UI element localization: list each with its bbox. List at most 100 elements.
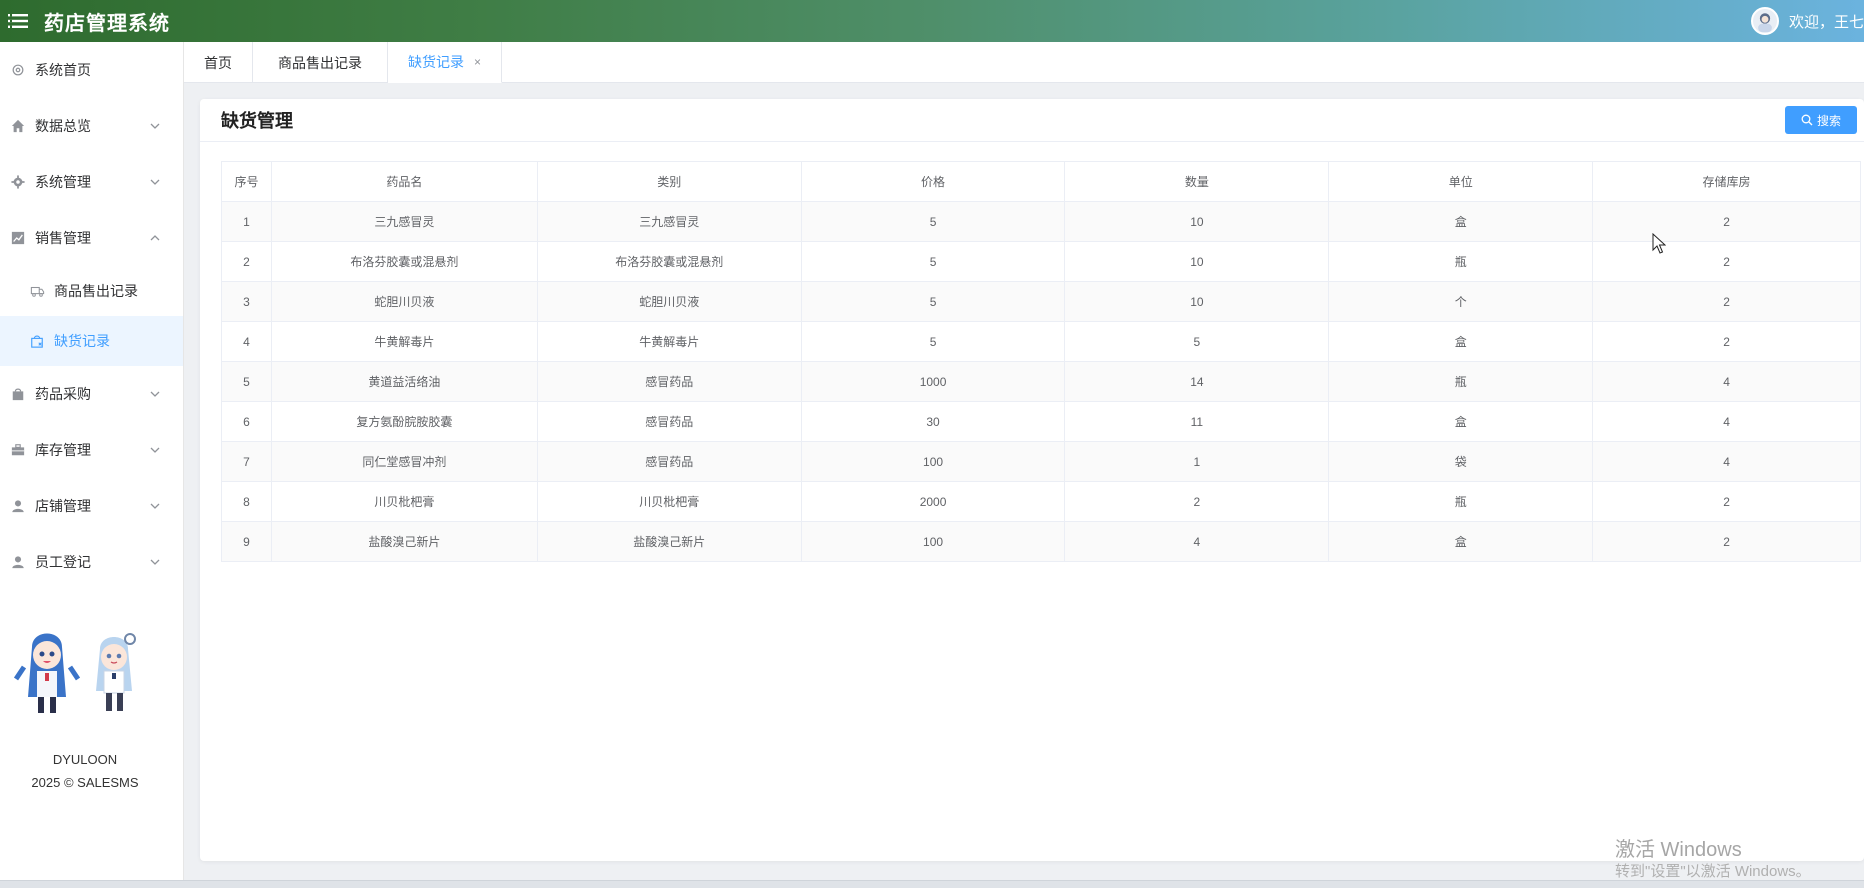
chart-line-icon bbox=[10, 230, 26, 246]
table-cell: 感冒药品 bbox=[536, 441, 802, 482]
tab-sales-records[interactable]: 商品售出记录 bbox=[253, 42, 388, 83]
table-row[interactable]: 2 布洛芬胶囊或混悬剂 布洛芬胶囊或混悬剂 5 10 瓶 2 bbox=[221, 241, 1861, 282]
table-row[interactable]: 1 三九感冒灵 三九感冒灵 5 10 盒 2 bbox=[221, 201, 1861, 242]
gear-outline-icon bbox=[10, 62, 26, 78]
menu-toggle-icon[interactable] bbox=[0, 0, 36, 42]
table-cell: 牛黄解毒片 bbox=[270, 321, 538, 362]
table-row[interactable]: 7 同仁堂感冒冲剂 感冒药品 100 1 袋 4 bbox=[221, 441, 1861, 482]
table-cell: 2 bbox=[1592, 481, 1861, 522]
chevron-down-icon bbox=[150, 391, 160, 397]
table-row[interactable]: 9 盐酸溴己新片 盐酸溴己新片 100 4 盒 2 bbox=[221, 521, 1861, 562]
table-cell: 14 bbox=[1064, 361, 1330, 402]
sidebar-item-staff[interactable]: 员工登记 bbox=[0, 534, 183, 590]
table-cell: 5 bbox=[221, 361, 272, 402]
table-cell: 2 bbox=[221, 241, 272, 282]
search-button[interactable]: 搜索 bbox=[1785, 106, 1857, 134]
table-cell: 复方氨酚脘胺胶囊 bbox=[270, 401, 538, 442]
table-cell: 三九感冒灵 bbox=[536, 201, 802, 242]
table-row[interactable]: 8 川贝枇杷膏 川贝枇杷膏 2000 2 瓶 2 bbox=[221, 481, 1861, 522]
close-icon[interactable]: × bbox=[474, 55, 481, 69]
sidebar-item-label: 系统首页 bbox=[35, 62, 91, 78]
avatar[interactable] bbox=[1750, 7, 1779, 35]
table-cell: 1 bbox=[1064, 441, 1330, 482]
table-cell: 4 bbox=[221, 321, 272, 362]
chevron-down-icon bbox=[150, 179, 160, 185]
table-cell: 川贝枇杷膏 bbox=[270, 481, 538, 522]
table-cell: 5 bbox=[800, 201, 1066, 242]
sidebar-item-label: 数据总览 bbox=[35, 118, 91, 134]
table-cell: 黄道益活络油 bbox=[270, 361, 538, 402]
search-icon bbox=[1801, 114, 1813, 126]
sidebar-item-purchase[interactable]: 药品采购 bbox=[0, 366, 183, 422]
bottom-scrollbar[interactable] bbox=[0, 880, 1864, 888]
search-button-label: 搜索 bbox=[1816, 113, 1841, 128]
card-header: 缺货管理 搜索 bbox=[200, 99, 1864, 142]
table-cell: 1 bbox=[221, 201, 272, 242]
tab-label: 商品售出记录 bbox=[278, 54, 362, 71]
table-cell: 4 bbox=[1592, 401, 1861, 442]
shopping-bag-icon bbox=[30, 333, 46, 349]
table-cell: 9 bbox=[221, 521, 272, 562]
sidebar-item-label: 库存管理 bbox=[35, 442, 91, 458]
table-row[interactable]: 5 黄道益活络油 感冒药品 1000 14 瓶 4 bbox=[221, 361, 1861, 402]
table-cell: 2 bbox=[1592, 521, 1861, 562]
user-icon bbox=[10, 498, 26, 514]
chevron-down-icon bbox=[150, 123, 160, 129]
sidebar-item-label: 缺货记录 bbox=[54, 333, 110, 349]
mouse-cursor-icon bbox=[1652, 233, 1666, 254]
sidebar-item-overview[interactable]: 数据总览 bbox=[0, 98, 183, 154]
activation-watermark-subtitle: 转到"设置"以激活 Windows。 bbox=[1615, 863, 1811, 880]
table-cell: 袋 bbox=[1328, 441, 1594, 482]
table-cell: 5 bbox=[800, 241, 1066, 282]
sidebar: 系统首页 数据总览 系统管理 销售管理 商品售出记录 缺货记录 药品采购 库存管… bbox=[0, 42, 184, 888]
table-row[interactable]: 6 复方氨酚脘胺胶囊 感冒药品 30 11 盒 4 bbox=[221, 401, 1861, 442]
table-cell: 100 bbox=[800, 521, 1066, 562]
sidebar-item-home[interactable]: 系统首页 bbox=[0, 42, 183, 98]
table-cell: 2 bbox=[1592, 201, 1861, 242]
welcome-text: 欢迎，王七 bbox=[1788, 13, 1864, 31]
table-cell: 盐酸溴己新片 bbox=[270, 521, 538, 562]
user-area[interactable]: 欢迎，王七 bbox=[1750, 0, 1864, 42]
table-cell: 蛇胆川贝液 bbox=[270, 281, 538, 322]
table-cell: 5 bbox=[1064, 321, 1330, 362]
table-cell: 感冒药品 bbox=[536, 361, 802, 402]
table-cell: 瓶 bbox=[1328, 481, 1594, 522]
sidebar-item-inventory[interactable]: 库存管理 bbox=[0, 422, 183, 478]
table-cell: 盒 bbox=[1328, 521, 1594, 562]
home-icon bbox=[10, 118, 26, 134]
shopping-bag-filled-icon bbox=[10, 386, 26, 402]
table-cell: 三九感冒灵 bbox=[270, 201, 538, 242]
tab-bar: 首页 商品售出记录 缺货记录 × bbox=[184, 42, 1864, 83]
sidebar-item-label: 销售管理 bbox=[35, 230, 91, 246]
sidebar-item-store[interactable]: 店铺管理 bbox=[0, 478, 183, 534]
sidebar-item-system[interactable]: 系统管理 bbox=[0, 154, 183, 210]
sidebar-subitem-sales-records[interactable]: 商品售出记录 bbox=[0, 266, 183, 316]
chevron-down-icon bbox=[150, 503, 160, 509]
table-cell: 牛黄解毒片 bbox=[536, 321, 802, 362]
table-cell: 盒 bbox=[1328, 201, 1594, 242]
top-header: 药店管理系统 欢迎，王七 bbox=[0, 0, 1864, 42]
shortage-card: 缺货管理 搜索 序号 药品名 类别 价格 数量 单位 存储库房 1 三九感冒灵 bbox=[200, 99, 1864, 861]
table-cell: 10 bbox=[1064, 201, 1330, 242]
table-cell: 盒 bbox=[1328, 321, 1594, 362]
table-row[interactable]: 3 蛇胆川贝液 蛇胆川贝液 5 10 个 2 bbox=[221, 281, 1861, 322]
tab-home[interactable]: 首页 bbox=[184, 42, 253, 83]
sidebar-subitem-shortage[interactable]: 缺货记录 bbox=[0, 316, 183, 366]
app-title: 药店管理系统 bbox=[44, 12, 170, 35]
table-row[interactable]: 4 牛黄解毒片 牛黄解毒片 5 5 盒 2 bbox=[221, 321, 1861, 362]
table-cell: 瓶 bbox=[1328, 241, 1594, 282]
tab-shortage[interactable]: 缺货记录 × bbox=[388, 42, 503, 83]
gear-icon bbox=[10, 174, 26, 190]
table-cell: 2 bbox=[1592, 281, 1861, 322]
table-cell: 川贝枇杷膏 bbox=[536, 481, 802, 522]
tab-label: 缺货记录 bbox=[408, 54, 464, 70]
sidebar-item-sales[interactable]: 销售管理 bbox=[0, 210, 183, 266]
truck-icon bbox=[30, 283, 46, 299]
table-cell: 2 bbox=[1592, 241, 1861, 282]
table-cell: 个 bbox=[1328, 281, 1594, 322]
chevron-down-icon bbox=[150, 559, 160, 565]
column-header: 序号 bbox=[221, 161, 272, 202]
table-cell: 8 bbox=[221, 481, 272, 522]
sidebar-item-label: 店铺管理 bbox=[35, 498, 91, 514]
sidebar-item-label: 商品售出记录 bbox=[54, 283, 138, 299]
